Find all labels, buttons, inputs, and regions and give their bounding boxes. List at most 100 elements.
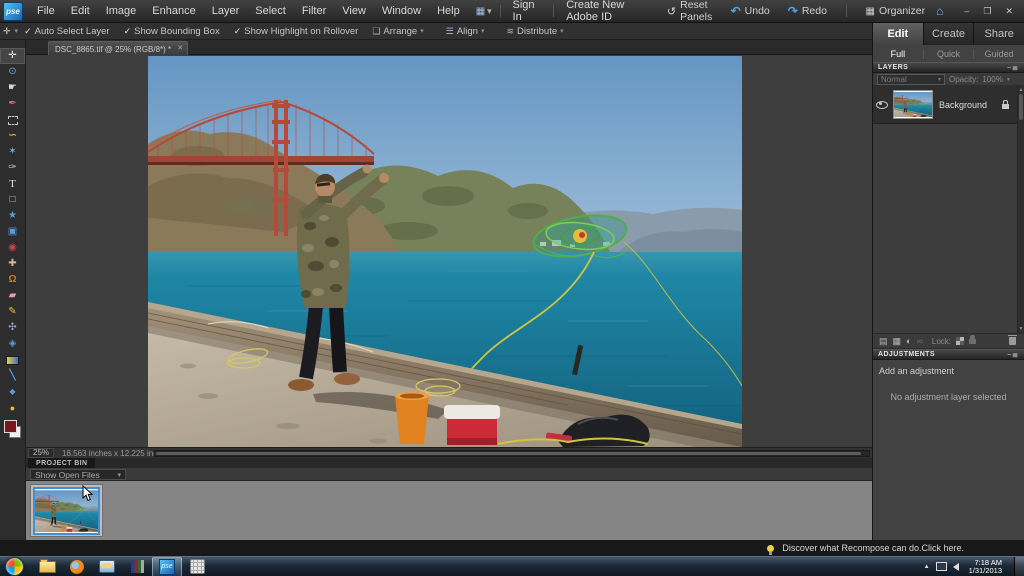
sign-in-link[interactable]: Sign In: [509, 0, 546, 23]
clone-stamp-tool[interactable]: Ω: [0, 272, 25, 288]
tab-edit[interactable]: Edit: [873, 23, 924, 45]
panel-menu-icon[interactable]: −≣: [1007, 64, 1019, 72]
adjustments-panel-header[interactable]: ADJUSTMENTS −≣: [873, 349, 1024, 360]
network-icon[interactable]: [936, 562, 947, 571]
link-layers-icon[interactable]: ∞: [916, 337, 922, 346]
hand-tool[interactable]: ☛: [0, 80, 25, 96]
open-photo[interactable]: [148, 56, 742, 447]
taskbar-library-button[interactable]: [122, 557, 152, 576]
cookie-cutter-tool[interactable]: ★: [0, 208, 25, 224]
eyedropper-tool[interactable]: ✒: [0, 96, 25, 112]
new-layer-icon[interactable]: ▤: [879, 337, 888, 346]
move-tool[interactable]: ✛: [0, 48, 25, 64]
tab-create[interactable]: Create: [924, 23, 975, 45]
recompose-tool[interactable]: ▣: [0, 224, 25, 240]
menu-file[interactable]: File: [29, 0, 63, 22]
layers-scrollbar[interactable]: ▲ ▼: [1017, 86, 1024, 333]
project-bin-tab[interactable]: PROJECT BIN: [28, 458, 95, 468]
foreground-color-swatch[interactable]: [4, 420, 17, 433]
scrollbar-thumb[interactable]: [1019, 94, 1023, 120]
show-bounding-box-checkbox[interactable]: ✓ Show Bounding Box: [124, 26, 220, 37]
close-document-icon[interactable]: ✕: [177, 45, 183, 52]
delete-layer-icon[interactable]: [1009, 337, 1016, 345]
spot-healing-brush-tool[interactable]: ✚: [0, 256, 25, 272]
show-hidden-icons[interactable]: ▲: [924, 564, 930, 570]
scroll-up-icon[interactable]: ▲: [1018, 87, 1024, 93]
crop-tool[interactable]: □: [0, 192, 25, 208]
scroll-down-icon[interactable]: ▼: [1018, 326, 1024, 332]
auto-select-layer-checkbox[interactable]: ✓ Auto Select Layer: [24, 26, 110, 37]
taskbar-organizer-button[interactable]: [182, 557, 212, 576]
blur-tool[interactable]: ◆: [0, 384, 25, 400]
align-dropdown[interactable]: ☰ Align ▾: [446, 26, 491, 37]
volume-icon[interactable]: [953, 563, 959, 571]
type-tool[interactable]: T: [0, 176, 25, 192]
show-desktop-button[interactable]: [1014, 557, 1024, 576]
organizer-button[interactable]: ▦ Organizer: [859, 5, 933, 17]
new-adjustment-layer-icon[interactable]: ◐: [906, 337, 911, 346]
layer-thumbnail[interactable]: [893, 90, 933, 119]
new-group-icon[interactable]: ▦: [893, 337, 902, 346]
canvas-area[interactable]: [26, 55, 872, 447]
menu-view[interactable]: View: [334, 0, 374, 22]
lock-all-icon[interactable]: [969, 339, 976, 344]
zoom-tool[interactable]: ⊙: [0, 64, 25, 80]
document-tab[interactable]: DSC_8865.tif @ 25% (RGB/8*) * ✕: [48, 41, 188, 56]
blend-mode-select[interactable]: Normal ▾: [877, 74, 945, 85]
tab-share[interactable]: Share: [974, 23, 1024, 45]
sponge-tool[interactable]: ●: [0, 400, 25, 416]
show-highlight-on-rollover-checkbox[interactable]: ✓ Show Highlight on Rollover: [234, 26, 359, 37]
menu-filter[interactable]: Filter: [294, 0, 334, 22]
rectangular-marquee-tool[interactable]: [0, 112, 25, 128]
redo-button[interactable]: ↷ Redo: [781, 4, 834, 18]
mode-full[interactable]: Full: [873, 49, 924, 59]
layers-panel-header[interactable]: LAYERS −≣: [873, 62, 1024, 73]
create-adobe-id-link[interactable]: Create New Adobe ID: [562, 0, 660, 23]
layer-visibility-toggle[interactable]: [873, 101, 890, 109]
panel-menu-icon[interactable]: −≣: [1007, 351, 1019, 359]
menu-window[interactable]: Window: [374, 0, 429, 22]
arrange-dropdown[interactable]: ❏ Arrange ▾: [372, 26, 429, 37]
taskbar-firefox-button[interactable]: [62, 557, 92, 576]
caret-down-icon[interactable]: ▾: [15, 27, 19, 35]
taskbar-explorer-button[interactable]: [32, 557, 62, 576]
lock-transparency-icon[interactable]: [956, 337, 964, 345]
close-button[interactable]: ✕: [998, 1, 1020, 21]
menu-edit[interactable]: Edit: [63, 0, 98, 22]
distribute-dropdown[interactable]: ≋ Distribute ▾: [506, 26, 569, 37]
bin-filter-dropdown[interactable]: Show Open Files ▾: [30, 469, 126, 480]
taskbar-clock[interactable]: 7:18 AM 1/31/2013: [965, 559, 1008, 575]
pencil-tool[interactable]: ✎: [0, 304, 25, 320]
opacity-value[interactable]: 100%: [982, 75, 1002, 84]
red-eye-removal-tool[interactable]: ◉: [0, 240, 25, 256]
start-button[interactable]: [5, 557, 24, 576]
caret-down-icon[interactable]: ▾: [1007, 76, 1010, 83]
scrollbar-thumb[interactable]: [156, 452, 861, 455]
layer-name[interactable]: Background: [939, 100, 987, 110]
menu-enhance[interactable]: Enhance: [144, 0, 203, 22]
recompose-notification[interactable]: Discover what Recompose can do.Click her…: [782, 543, 964, 553]
minimize-button[interactable]: –: [957, 1, 976, 21]
magic-wand-tool[interactable]: ✶: [0, 144, 25, 160]
restore-button[interactable]: ❐: [976, 1, 998, 21]
undo-button[interactable]: ↶ Undo: [724, 4, 777, 18]
mode-guided[interactable]: Guided: [974, 49, 1024, 59]
menu-select[interactable]: Select: [247, 0, 294, 22]
menu-image[interactable]: Image: [98, 0, 145, 22]
add-adjustment-label[interactable]: Add an adjustment: [873, 360, 1024, 376]
zoom-level[interactable]: 25%: [28, 448, 54, 458]
mode-quick[interactable]: Quick: [924, 49, 975, 59]
horizontal-scrollbar[interactable]: [154, 450, 870, 457]
reset-panels-button[interactable]: ↺ Reset Panels: [660, 0, 720, 23]
gradient-tool[interactable]: [0, 352, 25, 368]
taskbar-photoshop-elements-button[interactable]: pse: [152, 557, 182, 576]
menu-help[interactable]: Help: [429, 0, 468, 22]
shape-tool[interactable]: ╲: [0, 368, 25, 384]
taskbar-media-button[interactable]: [92, 557, 122, 576]
home-icon[interactable]: ⌂: [936, 4, 943, 18]
smart-brush-tool[interactable]: ✣: [0, 320, 25, 336]
eraser-tool[interactable]: ▰: [0, 288, 25, 304]
paint-bucket-tool[interactable]: ◈: [0, 336, 25, 352]
workspace-switcher[interactable]: ▦ ▾: [476, 6, 492, 17]
menu-layer[interactable]: Layer: [204, 0, 248, 22]
